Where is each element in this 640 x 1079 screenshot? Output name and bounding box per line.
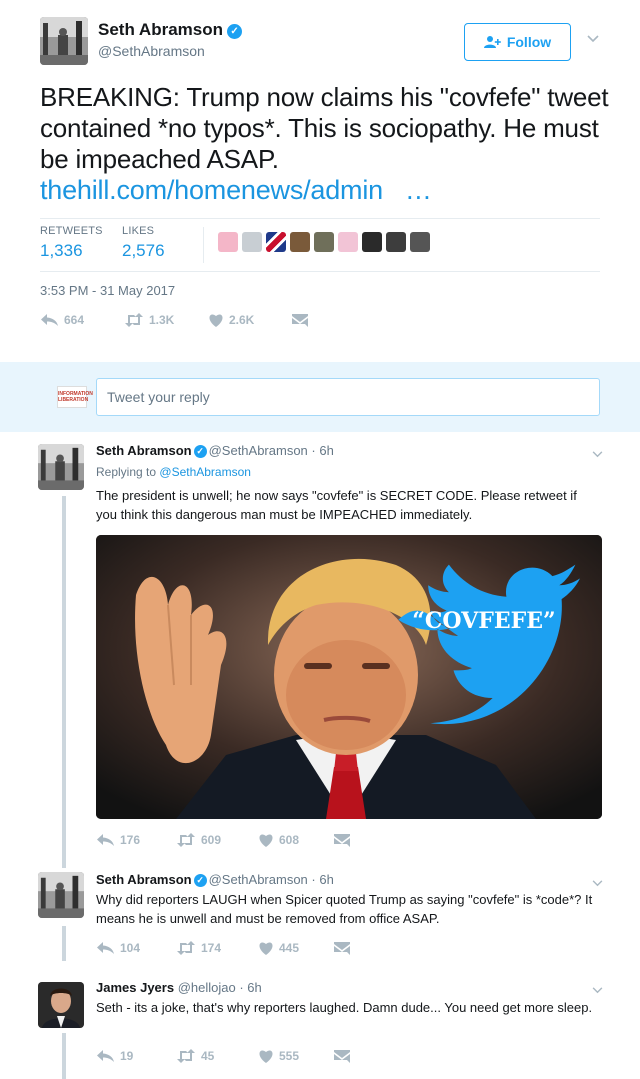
heart-icon: [259, 834, 273, 847]
avatar[interactable]: [410, 232, 430, 252]
retweet-button[interactable]: 174: [176, 941, 258, 955]
avatar[interactable]: [386, 232, 406, 252]
tweet-actions: 104 174 445: [96, 941, 350, 955]
reply-text: The president is unwell; he now says "co…: [96, 488, 577, 522]
chevron-down-icon[interactable]: [592, 447, 603, 461]
reply-icon: [97, 942, 114, 954]
verified-badge-icon: ✓: [193, 874, 207, 887]
chevron-down-icon[interactable]: [587, 32, 599, 46]
reply-icon: [97, 1050, 114, 1062]
direct-message-button[interactable]: [292, 313, 308, 327]
retweet-icon: [177, 941, 195, 955]
reply-icon: [97, 834, 114, 846]
retweets-count[interactable]: 1,336: [40, 241, 83, 261]
chevron-down-icon[interactable]: [592, 983, 603, 997]
avatar[interactable]: [266, 232, 286, 252]
reply-text: Why did reporters LAUGH when Spicer quot…: [96, 892, 593, 926]
reply-header: Seth Abramson ✓ @SethAbramson · 6h: [96, 443, 334, 458]
like-button[interactable]: 445: [258, 941, 334, 955]
divider: [40, 218, 600, 219]
thread-line: [62, 926, 66, 961]
retweet-button[interactable]: 45: [176, 1049, 258, 1063]
avatar[interactable]: [38, 872, 84, 918]
reply-icon: [41, 314, 58, 326]
avatar[interactable]: [242, 232, 262, 252]
avatar[interactable]: [40, 17, 88, 65]
avatar[interactable]: [38, 444, 84, 490]
avatar[interactable]: [218, 232, 238, 252]
tweet-image[interactable]: “COVFEFE”: [96, 535, 602, 819]
retweet-button[interactable]: 1.3K: [124, 313, 208, 327]
verified-badge-icon: ✓: [193, 445, 207, 458]
reply-button[interactable]: 104: [96, 941, 176, 955]
direct-message-button[interactable]: [334, 833, 350, 847]
image-caption: “COVFEFE”: [412, 608, 555, 634]
heart-icon: [209, 314, 223, 327]
reply-header: Seth Abramson ✓ @SethAbramson · 6h: [96, 872, 334, 887]
timestamp[interactable]: 3:53 PM - 31 May 2017: [40, 283, 175, 298]
tweet-link[interactable]: thehill.com/homenews/admin …: [40, 175, 432, 205]
divider: [40, 271, 600, 272]
like-button[interactable]: 2.6K: [208, 313, 292, 327]
author-handle[interactable]: @SethAbramson: [98, 43, 205, 59]
direct-message-button[interactable]: [334, 1049, 350, 1063]
thread-line: [62, 496, 66, 868]
envelope-icon: [334, 941, 350, 955]
heart-icon: [259, 942, 273, 955]
reply-button[interactable]: 19: [96, 1049, 176, 1063]
likes-count[interactable]: 2,576: [122, 241, 165, 261]
thread-line: [62, 1033, 66, 1079]
retweet-icon: [125, 313, 143, 327]
avatar: INFORMATION LIBERATION: [57, 386, 93, 408]
envelope-icon: [334, 1049, 350, 1063]
author-name[interactable]: Seth Abramson ✓: [98, 20, 243, 40]
tweet-actions: 176 609 608: [96, 833, 350, 847]
reply-input[interactable]: [96, 378, 600, 416]
tweet-text: BREAKING: Trump now claims his "covfefe"…: [40, 82, 609, 205]
main-tweet: Seth Abramson ✓ @SethAbramson Follow BREA…: [0, 0, 640, 362]
add-user-icon: [483, 36, 501, 48]
like-button[interactable]: 608: [258, 833, 334, 847]
avatar[interactable]: [290, 232, 310, 252]
envelope-icon: [334, 833, 350, 847]
tweet-actions: 19 45 555: [96, 1049, 350, 1063]
reply-button[interactable]: 176: [96, 833, 176, 847]
reply-header: James Jyers @hellojao · 6h: [96, 980, 262, 995]
likers-avatars: [218, 232, 430, 252]
avatar[interactable]: [38, 982, 84, 1028]
reply-text: Seth - its a joke, that's why reporters …: [96, 1000, 593, 1015]
likes-label: LIKES: [122, 225, 155, 237]
avatar[interactable]: [362, 232, 382, 252]
reply-button[interactable]: 664: [40, 313, 124, 327]
verified-badge-icon: ✓: [227, 24, 243, 39]
direct-message-button[interactable]: [334, 941, 350, 955]
chevron-down-icon[interactable]: [592, 876, 603, 890]
replying-to: Replying to @SethAbramson: [96, 465, 251, 479]
heart-icon: [259, 1050, 273, 1063]
follow-button[interactable]: Follow: [464, 23, 571, 61]
avatar[interactable]: [338, 232, 358, 252]
retweet-icon: [177, 833, 195, 847]
retweets-label: RETWEETS: [40, 225, 103, 237]
avatar[interactable]: [314, 232, 334, 252]
retweet-icon: [177, 1049, 195, 1063]
like-button[interactable]: 555: [258, 1049, 334, 1063]
tweet-actions: 664 1.3K 2.6K: [40, 313, 308, 327]
envelope-icon: [292, 313, 308, 327]
divider: [203, 227, 204, 263]
retweet-button[interactable]: 609: [176, 833, 258, 847]
